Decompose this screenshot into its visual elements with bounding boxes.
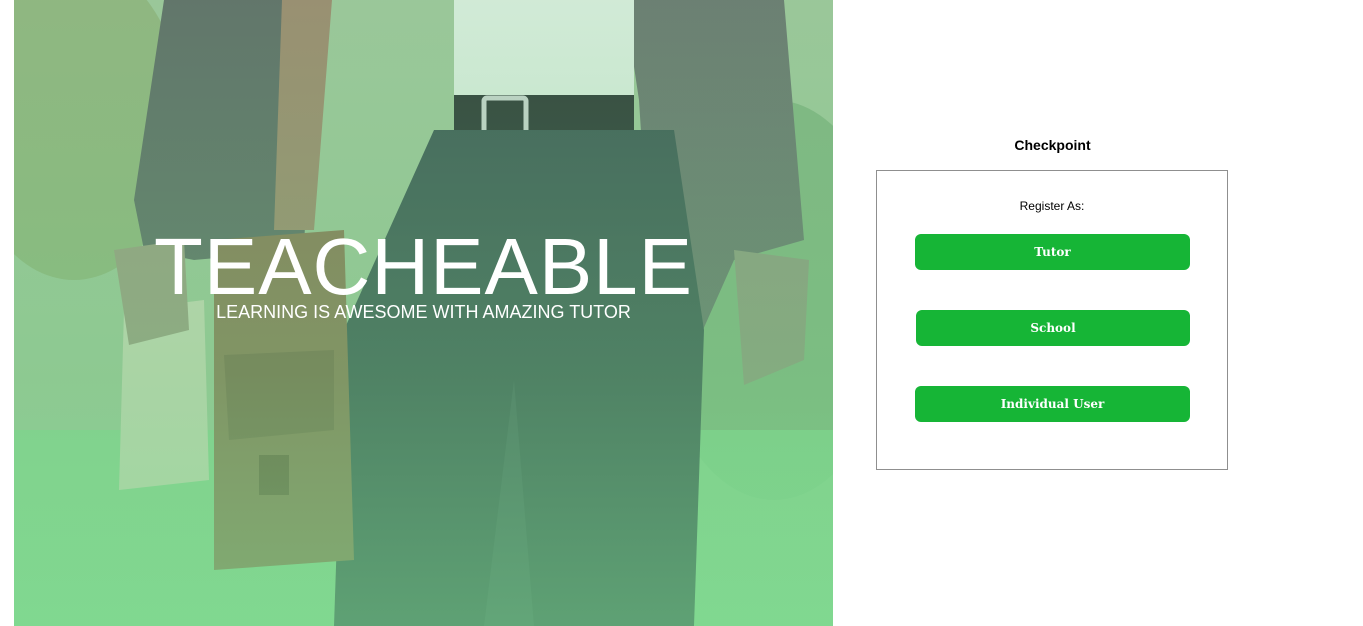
hero-subtitle: LEARNING IS AWESOME WITH AMAZING TUTOR <box>216 302 631 322</box>
individual-user-button[interactable]: Individual User <box>915 386 1190 422</box>
register-box: Register As: Tutor School Individual Use… <box>876 170 1228 470</box>
checkpoint-title: Checkpoint <box>1014 137 1091 153</box>
register-as-label: Register As: <box>1019 199 1085 213</box>
hero-title: TEACHEABLE <box>153 222 694 311</box>
hero-banner: TEACHEABLE LEARNING IS AWESOME WITH AMAZ… <box>14 0 833 626</box>
tutor-button[interactable]: Tutor <box>915 234 1190 270</box>
page: TEACHEABLE LEARNING IS AWESOME WITH AMAZ… <box>0 0 1363 626</box>
school-button[interactable]: School <box>916 310 1190 346</box>
